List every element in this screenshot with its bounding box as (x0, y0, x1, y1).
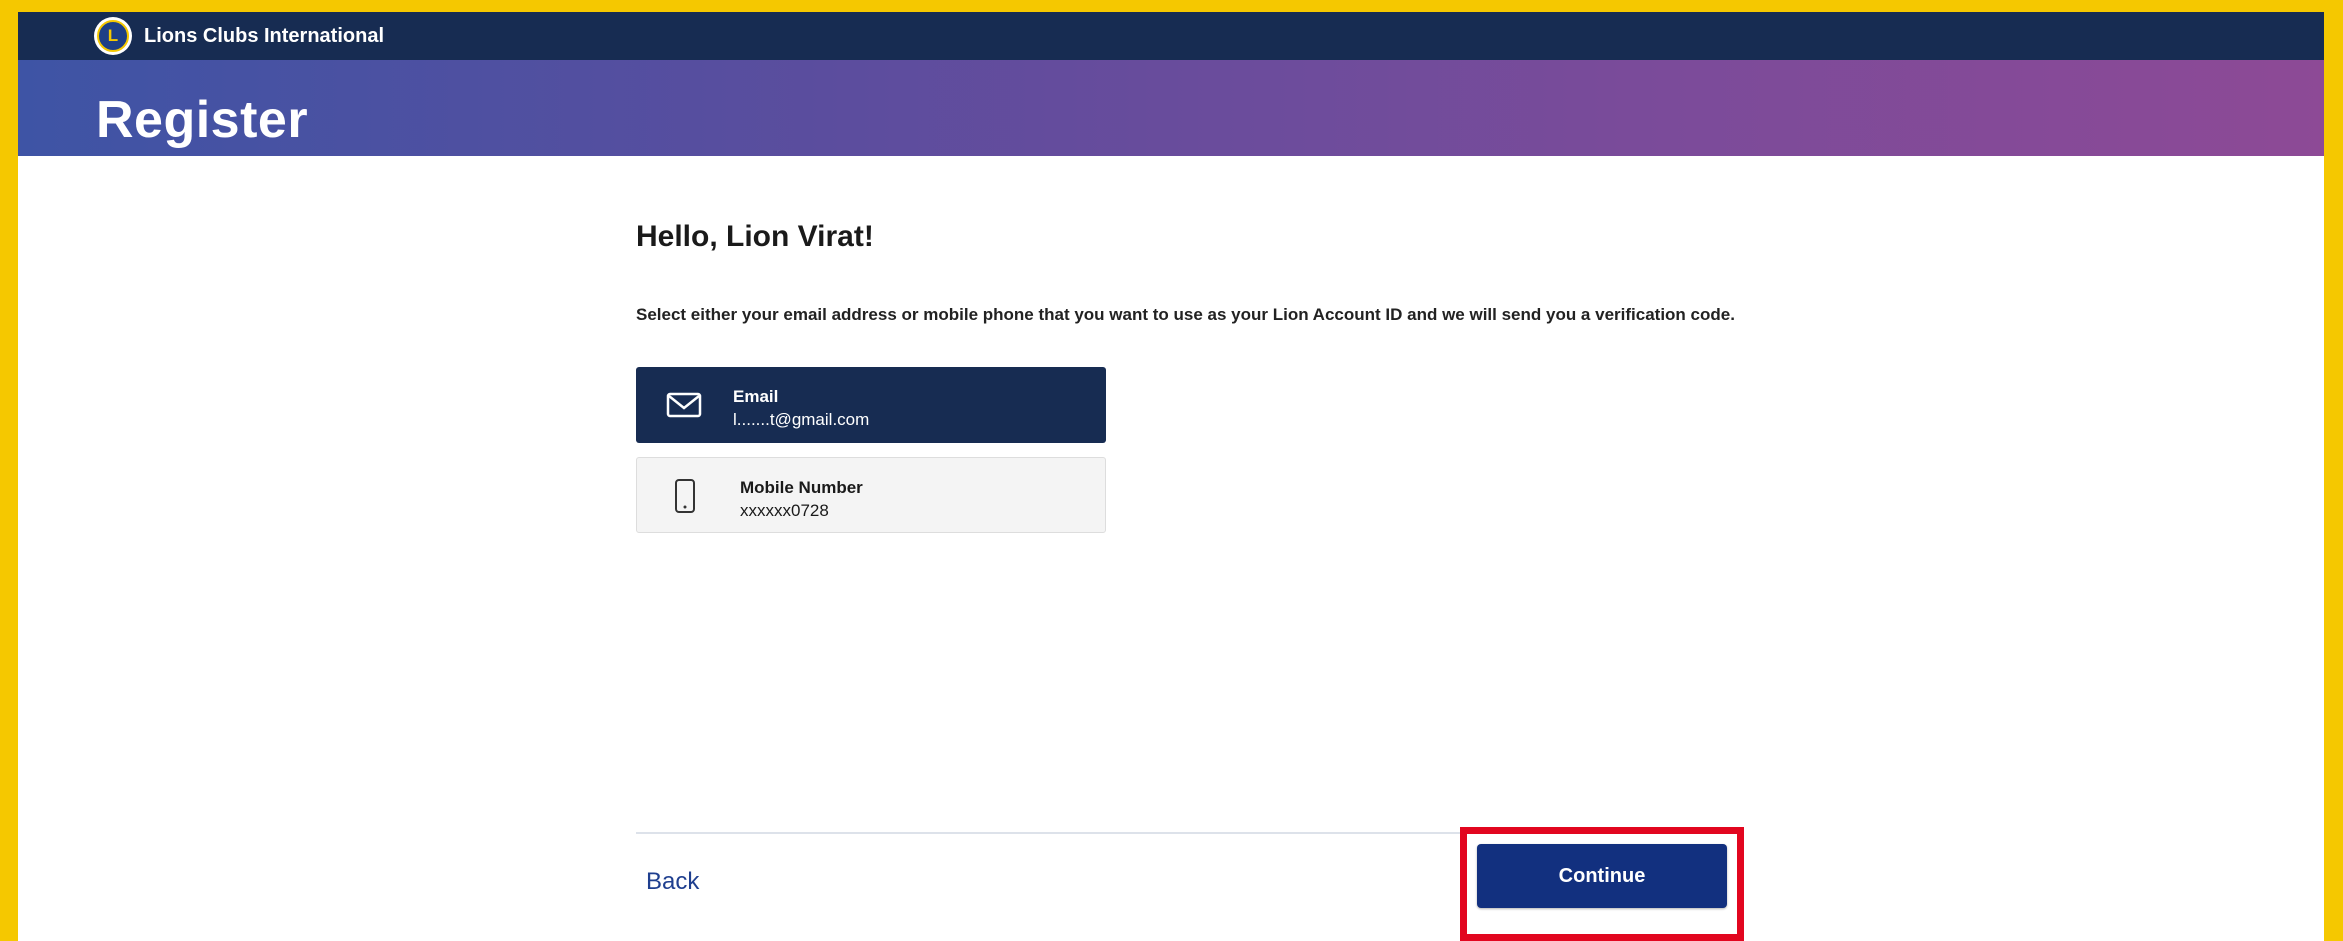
instructions-text: Select either your email address or mobi… (636, 305, 1735, 324)
back-link[interactable]: Back (646, 868, 699, 896)
continue-button[interactable]: Continue (1477, 844, 1727, 908)
greeting-heading: Hello, Lion Virat! (636, 220, 874, 253)
email-option-value: l.......t@gmail.com (733, 410, 870, 429)
lions-logo-icon: L (94, 17, 132, 55)
page-header: Register (18, 60, 2324, 156)
brand-name: Lions Clubs International (144, 24, 385, 47)
email-option-label: Email (733, 387, 779, 406)
mobile-option-label: Mobile Number (740, 478, 863, 497)
page-title: Register (96, 91, 309, 149)
email-option[interactable]: Email l.......t@gmail.com (636, 367, 1106, 443)
envelope-icon (666, 392, 702, 418)
app-frame: L Lions Clubs International Register Hel… (18, 12, 2324, 941)
mobile-phone-icon (675, 479, 695, 513)
mobile-option-value: xxxxxx0728 (740, 501, 829, 520)
top-bar: L Lions Clubs International (18, 12, 2324, 60)
mobile-number-option[interactable]: Mobile Number xxxxxx0728 (636, 457, 1106, 533)
